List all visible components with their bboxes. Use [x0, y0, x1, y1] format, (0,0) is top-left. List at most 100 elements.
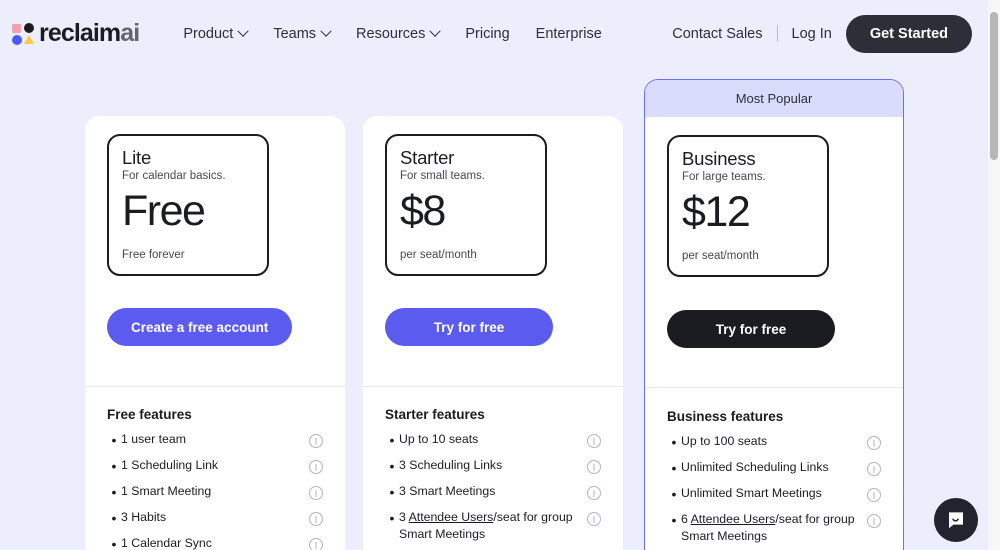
feature-item: • 1 Calendar Sync — [107, 535, 323, 550]
bullet-icon: • — [671, 434, 677, 450]
feature-label: 3 Smart Meetings — [399, 484, 496, 498]
feature-label: Up to 10 seats — [399, 432, 479, 446]
nav-item-teams-label: Teams — [273, 25, 317, 42]
info-icon[interactable] — [867, 462, 881, 476]
feature-item: • 3 Scheduling Links — [385, 457, 601, 476]
nav-item-pricing[interactable]: Pricing — [465, 26, 509, 42]
info-icon[interactable] — [587, 512, 601, 526]
page-scrollbar-track[interactable] — [988, 0, 1000, 550]
plan-tagline-starter: For small teams. — [400, 170, 485, 183]
feature-item: • 1 Smart Meeting — [107, 483, 323, 502]
bullet-icon: • — [671, 486, 677, 502]
price-area-starter: Starter For small teams. $8 per seat/mon… — [363, 116, 623, 386]
info-icon[interactable] — [309, 486, 323, 500]
bullet-icon: • — [671, 460, 677, 476]
feature-item: • Up to 100 seats — [667, 433, 881, 452]
feature-item: • Unlimited Scheduling Links — [667, 459, 881, 478]
info-icon[interactable] — [309, 460, 323, 474]
attendee-users-link[interactable]: Attendee Users — [409, 510, 494, 524]
feature-item: • Unlimited Smart Meetings — [667, 485, 881, 504]
info-icon[interactable] — [867, 488, 881, 502]
nav-item-enterprise[interactable]: Enterprise — [536, 26, 602, 42]
logo-wordmark-suffix: ai — [120, 19, 140, 47]
features-business: Business features • Up to 100 seats • Un… — [645, 388, 903, 550]
pink-square-icon — [12, 23, 21, 33]
plan-price-lite: Free — [122, 187, 206, 235]
info-icon[interactable] — [587, 434, 601, 448]
cta-wrap-lite: Create a free account — [107, 308, 293, 346]
bullet-icon: • — [111, 484, 117, 500]
chevron-down-icon — [429, 25, 442, 37]
pricing-section: ... Lite For calendar basics. Free Free … — [0, 0, 988, 550]
nav-item-pricing-label: Pricing — [465, 25, 510, 42]
pricing-card-lite: Lite For calendar basics. Free Free fore… — [85, 116, 345, 550]
chat-bubble-smile-icon — [949, 512, 963, 529]
cta-button-business[interactable]: Try for free — [667, 310, 835, 348]
yellow-triangle-icon — [24, 34, 34, 44]
nav-actions: Contact Sales Log In Get Started — [672, 14, 972, 53]
feature-item: • 1 user team — [107, 431, 323, 450]
feature-label: Unlimited Scheduling Links — [681, 460, 829, 474]
plan-price-starter: $8 — [400, 187, 446, 235]
price-box-lite: Lite For calendar basics. Free Free fore… — [107, 134, 269, 276]
feature-label: 3 Attendee Users/seat for group Smart Me… — [399, 509, 587, 544]
feature-label: 1 Smart Meeting — [121, 484, 212, 498]
logo-wordmark: reclaimai — [39, 19, 140, 48]
dark-circle-icon — [24, 22, 34, 33]
contact-sales-link[interactable]: Contact Sales — [672, 26, 762, 42]
bullet-icon: • — [389, 510, 395, 526]
info-icon[interactable] — [867, 436, 881, 450]
info-icon[interactable] — [587, 460, 601, 474]
cta-button-lite[interactable]: Create a free account — [107, 308, 293, 346]
blue-circle-icon — [12, 34, 22, 45]
bullet-icon: • — [111, 458, 117, 474]
info-icon[interactable] — [309, 538, 323, 550]
nav-item-resources[interactable]: Resources — [356, 25, 442, 42]
info-icon[interactable] — [309, 434, 323, 448]
plan-tagline-business: For large teams. — [682, 171, 766, 184]
bullet-icon: • — [111, 536, 117, 550]
cta-wrap-starter: Try for free — [385, 308, 553, 346]
feature-item: • 3 Attendee Users/seat for group Smart … — [385, 509, 601, 544]
feature-label: 1 user team — [121, 432, 186, 446]
features-starter: Starter features • Up to 10 seats • 3 Sc… — [363, 387, 623, 550]
log-in-link[interactable]: Log In — [792, 26, 832, 42]
info-icon[interactable] — [587, 486, 601, 500]
attendee-users-link[interactable]: Attendee Users — [691, 512, 776, 526]
nav-item-enterprise-label: Enterprise — [535, 25, 602, 42]
info-icon[interactable] — [309, 512, 323, 526]
pricing-card-business: Most Popular Business For large teams. $… — [644, 79, 904, 550]
cta-button-starter[interactable]: Try for free — [385, 308, 553, 346]
nav-item-teams[interactable]: Teams — [273, 25, 332, 42]
info-icon[interactable] — [867, 514, 881, 528]
top-navigation-bar: reclaimai Product Teams Resources Pricin… — [0, 0, 988, 67]
plan-name-lite: Lite — [122, 147, 152, 168]
feature-item: • 3 Habits — [107, 509, 323, 528]
price-area-business: Business For large teams. $12 per seat/m… — [645, 117, 903, 387]
chevron-down-icon — [320, 25, 332, 37]
cta-wrap-business: Try for free — [667, 310, 835, 348]
feature-label: 1 Scheduling Link — [121, 458, 219, 472]
feature-item: • Up to 10 seats — [385, 431, 601, 450]
chat-widget-button[interactable] — [934, 498, 978, 542]
pricing-card-starter: Starter For small teams. $8 per seat/mon… — [363, 116, 623, 550]
nav-item-product[interactable]: Product — [183, 25, 249, 42]
nav-item-resources-label: Resources — [356, 25, 426, 42]
bullet-icon: • — [389, 484, 395, 500]
bullet-icon: • — [671, 512, 677, 528]
feature-item: • 3 Smart Meetings — [385, 483, 601, 502]
plan-name-business: Business — [682, 148, 756, 169]
bullet-icon: • — [389, 458, 395, 474]
features-lite: Free features • 1 user team • 1 Scheduli… — [85, 387, 345, 550]
logo-wordmark-main: reclaim — [39, 19, 121, 47]
feature-label-pre: 6 — [681, 512, 691, 526]
get-started-button[interactable]: Get Started — [845, 14, 972, 53]
feature-label: 3 Habits — [121, 510, 167, 524]
feature-label: 6 Attendee Users/seat for group Smart Me… — [681, 511, 867, 546]
logo-mark — [12, 22, 34, 45]
feature-item: • 6 Attendee Users/seat for group Smart … — [667, 511, 881, 546]
page-scrollbar-thumb[interactable] — [990, 12, 998, 160]
brand-logo[interactable]: reclaimai — [12, 19, 140, 48]
plan-period-business: per seat/month — [682, 250, 759, 262]
feature-label: Up to 100 seats — [681, 434, 768, 448]
